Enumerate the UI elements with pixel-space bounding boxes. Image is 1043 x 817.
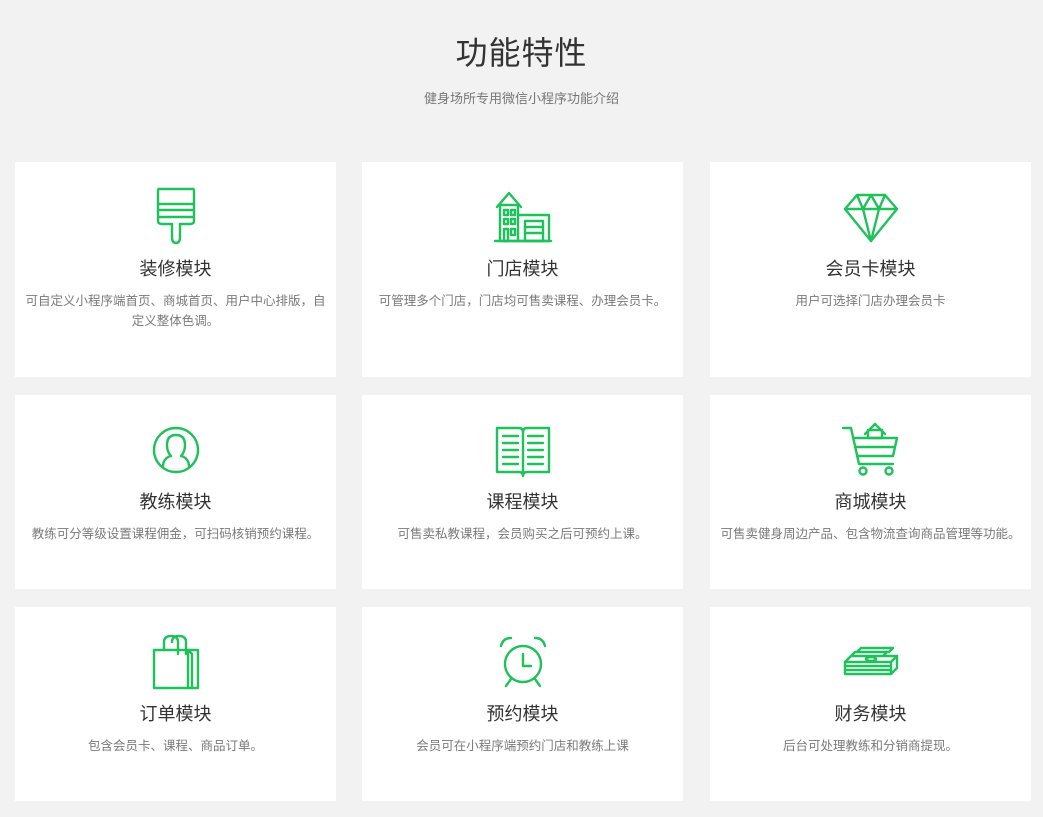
feature-title: 财务模块 <box>834 704 907 725</box>
feature-desc: 可售卖私教课程，会员购买之后可预约上课。 <box>397 526 648 541</box>
shopping-bag-icon <box>146 632 206 692</box>
diamond-icon <box>841 187 901 247</box>
feature-desc: 可自定义小程序端首页、商城首页、用户中心排版，自定义整体色调。 <box>25 293 326 328</box>
feature-card-booking: 预约模块 会员可在小程序端预约门店和教练上课 <box>362 607 683 801</box>
open-book-icon <box>493 420 553 480</box>
feature-title: 门店模块 <box>486 259 559 280</box>
feature-card-store: 门店模块 可管理多个门店，门店均可售卖课程、办理会员卡。 <box>362 162 683 377</box>
feature-card-course: 课程模块 可售卖私教课程，会员购买之后可预约上课。 <box>362 395 683 589</box>
feature-card-finance: 财务模块 后台可处理教练和分销商提现。 <box>710 607 1031 801</box>
feature-card-shop: 商城模块 可售卖健身周边产品、包含物流查询商品管理等功能。 <box>710 395 1031 589</box>
feature-desc: 包含会员卡、课程、商品订单。 <box>87 738 263 753</box>
feature-desc: 会员可在小程序端预约门店和教练上课 <box>416 738 629 753</box>
feature-title: 商城模块 <box>834 492 907 513</box>
feature-desc: 教练可分等级设置课程佣金，可扫码核销预约课程。 <box>31 526 320 541</box>
feature-desc: 可管理多个门店，门店均可售卖课程、办理会员卡。 <box>378 293 667 308</box>
feature-title: 教练模块 <box>139 492 212 513</box>
feature-title: 装修模块 <box>139 259 212 280</box>
feature-title: 订单模块 <box>139 704 212 725</box>
user-circle-icon <box>146 420 206 480</box>
feature-title: 会员卡模块 <box>825 259 916 280</box>
feature-grid: 装修模块 可自定义小程序端首页、商城首页、用户中心排版，自定义整体色调。 门店模… <box>0 0 1043 817</box>
feature-desc: 后台可处理教练和分销商提现。 <box>782 738 958 753</box>
storefront-icon <box>493 187 553 247</box>
feature-card-coach: 教练模块 教练可分等级设置课程佣金，可扫码核销预约课程。 <box>15 395 336 589</box>
shopping-cart-icon <box>841 420 901 480</box>
alarm-clock-icon <box>493 632 553 692</box>
paint-brush-icon <box>146 187 206 247</box>
feature-desc: 可售卖健身周边产品、包含物流查询商品管理等功能。 <box>720 526 1021 541</box>
feature-card-membership: 会员卡模块 用户可选择门店办理会员卡 <box>710 162 1031 377</box>
feature-card-decoration: 装修模块 可自定义小程序端首页、商城首页、用户中心排版，自定义整体色调。 <box>15 162 336 377</box>
feature-desc: 用户可选择门店办理会员卡 <box>795 293 946 308</box>
feature-title: 预约模块 <box>486 704 559 725</box>
money-stack-icon <box>841 632 901 692</box>
feature-title: 课程模块 <box>486 492 559 513</box>
feature-card-order: 订单模块 包含会员卡、课程、商品订单。 <box>15 607 336 801</box>
